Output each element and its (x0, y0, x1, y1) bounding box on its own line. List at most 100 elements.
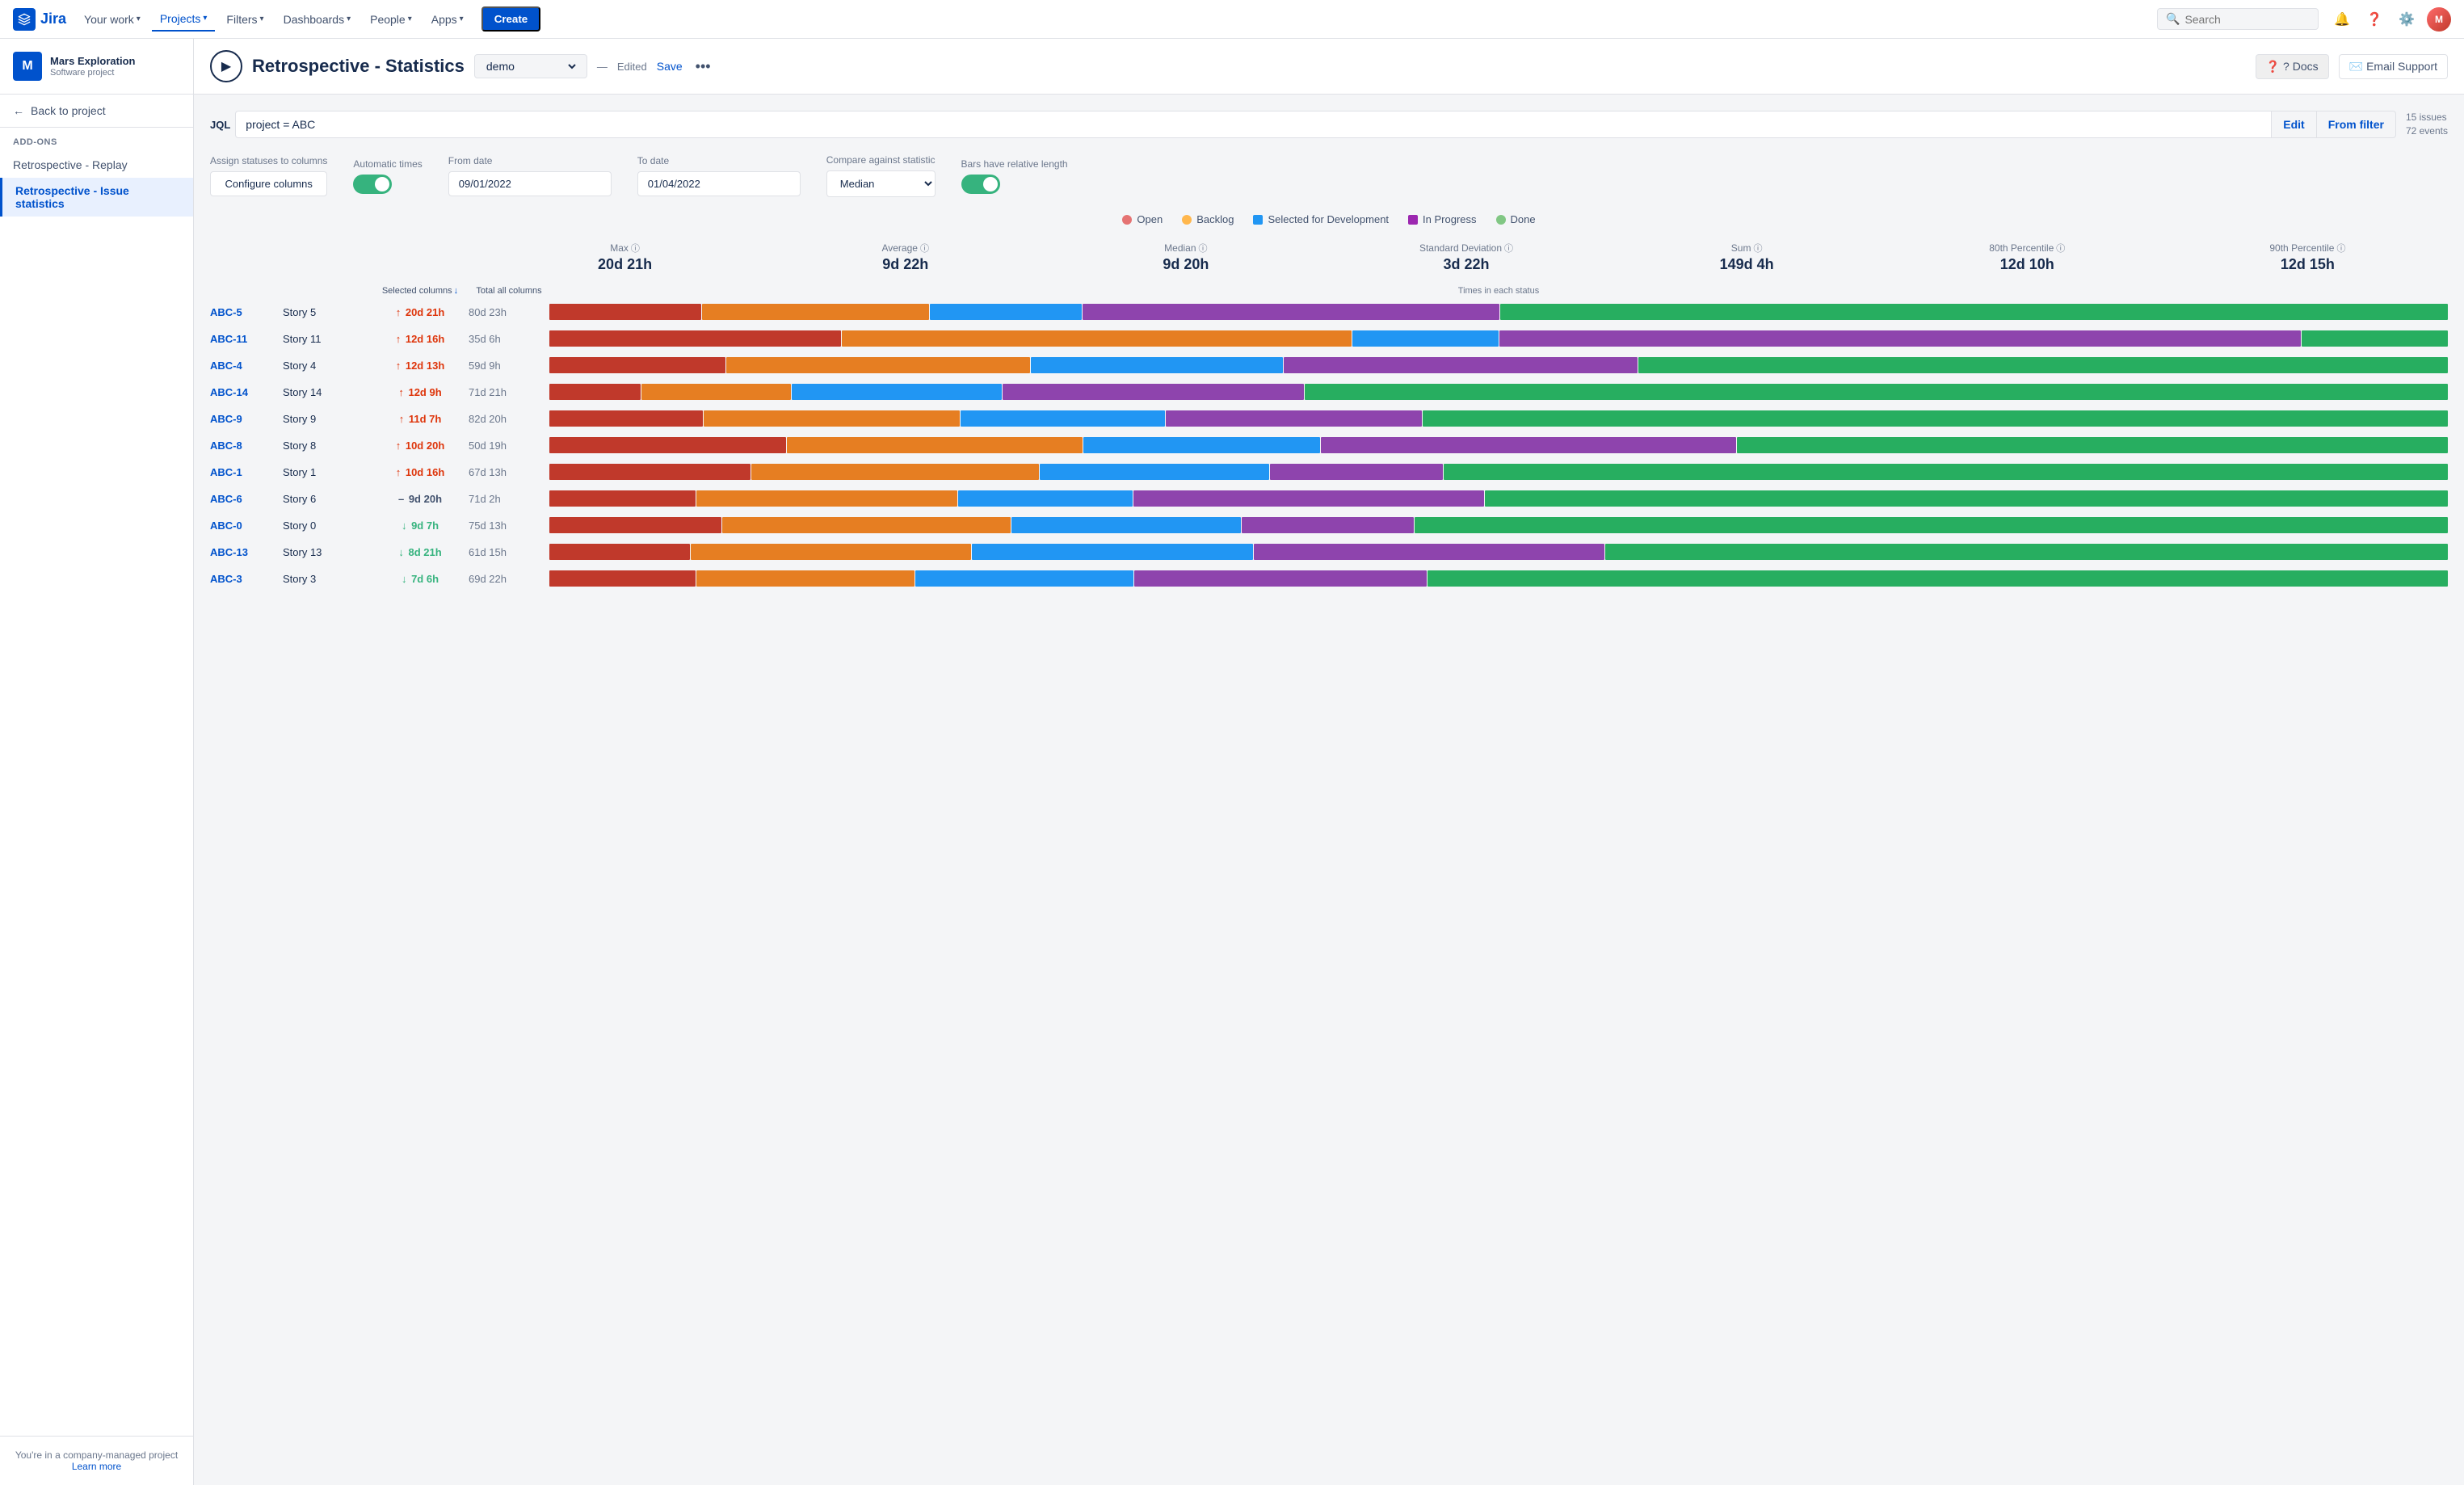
issue-id[interactable]: ABC-8 (210, 440, 283, 452)
compare-statistic-control: Compare against statistic Median Mean Ma… (826, 154, 936, 197)
bar-segment (958, 490, 1133, 507)
more-options-button[interactable]: ••• (696, 58, 711, 75)
learn-more-link[interactable]: Learn more (72, 1461, 121, 1472)
search-bar[interactable]: 🔍 (2157, 8, 2319, 30)
time-bars (549, 330, 2448, 347)
direction-icon: ↓ (398, 546, 404, 558)
direction-icon: ↑ (396, 333, 402, 345)
bar-segment (549, 304, 701, 320)
bar-segment (1638, 357, 2448, 373)
from-date-input[interactable] (448, 171, 612, 196)
settings-icon[interactable]: ⚙️ (2395, 7, 2419, 32)
selected-time: ↑ 11d 7h (372, 413, 469, 425)
email-support-button[interactable]: ✉️ Email Support (2339, 54, 2448, 79)
bar-segment (1415, 517, 2448, 533)
compare-statistic-select[interactable]: Median Mean Max Min (826, 170, 936, 197)
nav-filters[interactable]: Filters ▾ (218, 8, 271, 31)
bar-segment (549, 490, 696, 507)
bar-segment (702, 304, 930, 320)
table-row[interactable]: ABC-0 Story 0 ↓ 9d 7h 75d 13h (210, 512, 2448, 539)
issue-id[interactable]: ABC-5 (210, 306, 283, 318)
project-type: Software project (50, 68, 135, 78)
issue-id[interactable]: ABC-4 (210, 360, 283, 372)
configure-columns-button[interactable]: Configure columns (210, 171, 327, 196)
issue-id[interactable]: ABC-14 (210, 386, 283, 398)
to-date-input[interactable] (637, 171, 801, 196)
total-time: 35d 6h (469, 333, 549, 345)
total-time: 61d 15h (469, 546, 549, 558)
nav-people[interactable]: People ▾ (362, 8, 420, 31)
bar-segment (1166, 410, 1422, 427)
docs-button[interactable]: ❓ ? Docs (2256, 54, 2329, 79)
table-row[interactable]: ABC-9 Story 9 ↑ 11d 7h 82d 20h (210, 406, 2448, 432)
table-row[interactable]: ABC-6 Story 6 – 9d 20h 71d 2h (210, 486, 2448, 512)
direction-icon: – (398, 493, 404, 505)
save-button[interactable]: Save (657, 60, 683, 73)
auto-times-toggle[interactable] (353, 175, 392, 194)
sidebar-item-replay[interactable]: Retrospective - Replay (0, 152, 193, 178)
time-bars (549, 384, 2448, 400)
table-row[interactable]: ABC-8 Story 8 ↑ 10d 20h 50d 19h (210, 432, 2448, 459)
chevron-down-icon: ▾ (347, 15, 351, 23)
table-row[interactable]: ABC-11 Story 11 ↑ 12d 16h 35d 6h (210, 326, 2448, 352)
play-button[interactable]: ▶ (210, 50, 242, 82)
issue-id[interactable]: ABC-0 (210, 520, 283, 532)
nav-apps[interactable]: Apps ▾ (423, 8, 472, 31)
notifications-icon[interactable]: 🔔 (2330, 7, 2354, 32)
stat-sum: Sum ⓘ 149d 4h (1607, 242, 1887, 273)
issue-name: Story 14 (283, 386, 372, 398)
bar-segment (549, 330, 841, 347)
issue-id[interactable]: ABC-3 (210, 573, 283, 585)
total-time: 75d 13h (469, 520, 549, 532)
jql-filter-button[interactable]: From filter (2317, 111, 2396, 138)
time-bars (549, 357, 2448, 373)
bar-segment (696, 490, 958, 507)
bar-segment (1284, 357, 1638, 373)
time-bars (549, 437, 2448, 453)
bar-segment (722, 517, 1011, 533)
table-row[interactable]: ABC-3 Story 3 ↓ 7d 6h 69d 22h (210, 566, 2448, 592)
project-name: Mars Exploration (50, 55, 135, 69)
issue-id[interactable]: ABC-9 (210, 413, 283, 425)
chevron-down-icon: ▾ (260, 15, 264, 23)
user-avatar[interactable]: M (2427, 7, 2451, 32)
time-bars (549, 410, 2448, 427)
issue-name: Story 9 (283, 413, 372, 425)
total-time: 50d 19h (469, 440, 549, 452)
nav-dashboards[interactable]: Dashboards ▾ (275, 8, 360, 31)
bar-segment (1133, 490, 1484, 507)
nav-projects[interactable]: Projects ▾ (152, 7, 216, 32)
sidebar-item-issue-statistics[interactable]: Retrospective - Issue statistics (0, 178, 193, 217)
bar-segment (549, 384, 641, 400)
search-input[interactable] (2184, 13, 2310, 26)
back-arrow-icon: ← (13, 104, 24, 117)
table-row[interactable]: ABC-1 Story 1 ↑ 10d 16h 67d 13h (210, 459, 2448, 486)
version-dropdown[interactable]: demo sprint1 sprint2 (474, 54, 587, 78)
selected-time: ↑ 10d 16h (372, 466, 469, 478)
to-date-control: To date (637, 155, 801, 196)
docs-icon: ❓ (2266, 60, 2280, 74)
back-to-project[interactable]: ← Back to project (0, 95, 193, 128)
table-row[interactable]: ABC-14 Story 14 ↑ 12d 9h 71d 21h (210, 379, 2448, 406)
help-icon[interactable]: ❓ (2362, 7, 2386, 32)
create-button[interactable]: Create (481, 6, 541, 32)
app-logo[interactable]: Jira (13, 8, 66, 31)
table-row[interactable]: ABC-13 Story 13 ↓ 8d 21h 61d 15h (210, 539, 2448, 566)
jql-input[interactable] (235, 111, 2272, 138)
bars-relative-toggle[interactable] (961, 175, 1000, 194)
issue-id[interactable]: ABC-11 (210, 333, 283, 345)
chevron-down-icon: ▾ (203, 14, 207, 23)
table-row[interactable]: ABC-5 Story 5 ↑ 20d 21h 80d 23h (210, 299, 2448, 326)
bar-segment (1003, 384, 1304, 400)
bar-segment (704, 410, 960, 427)
nav-your-work[interactable]: Your work ▾ (76, 8, 149, 31)
issue-id[interactable]: ABC-6 (210, 493, 283, 505)
jql-edit-button[interactable]: Edit (2272, 111, 2316, 138)
issue-id[interactable]: ABC-13 (210, 546, 283, 558)
jql-stats: 15 issues 72 events (2406, 111, 2448, 138)
issue-id[interactable]: ABC-1 (210, 466, 283, 478)
selected-time: ↑ 12d 9h (372, 386, 469, 398)
table-row[interactable]: ABC-4 Story 4 ↑ 12d 13h 59d 9h (210, 352, 2448, 379)
bar-segment (1254, 544, 1604, 560)
version-select[interactable]: demo sprint1 sprint2 (483, 59, 578, 74)
